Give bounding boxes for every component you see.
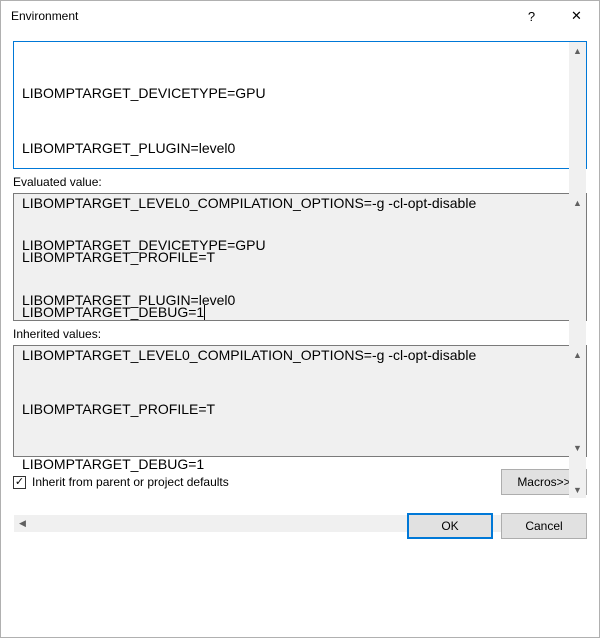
eval-line: LIBOMPTARGET_DEVICETYPE=GPU (22, 236, 578, 254)
environment-dialog: Environment ? ✕ LIBOMPTARGET_DEVICETYPE=… (0, 0, 600, 638)
vertical-scrollbar[interactable]: ▲ ▼ (569, 346, 586, 456)
scroll-down-icon[interactable]: ▼ (569, 439, 586, 456)
close-icon: ✕ (571, 8, 582, 24)
cancel-button[interactable]: Cancel (501, 513, 587, 539)
env-line: LIBOMPTARGET_PLUGIN=level0 (22, 139, 578, 157)
close-button[interactable]: ✕ (554, 1, 599, 31)
inherited-text-area (14, 346, 586, 456)
dialog-content: LIBOMPTARGET_DEVICETYPE=GPU LIBOMPTARGET… (1, 31, 599, 637)
environment-textbox[interactable]: LIBOMPTARGET_DEVICETYPE=GPU LIBOMPTARGET… (13, 41, 587, 169)
scroll-up-icon[interactable]: ▲ (569, 194, 586, 211)
ok-button[interactable]: OK (407, 513, 493, 539)
window-title: Environment (11, 9, 509, 23)
dialog-buttons: OK Cancel (13, 513, 587, 539)
help-icon: ? (528, 9, 535, 24)
eval-line: LIBOMPTARGET_DEBUG=1 (22, 455, 578, 473)
scroll-up-icon[interactable]: ▲ (569, 42, 586, 59)
scroll-down-icon[interactable]: ▼ (569, 481, 586, 498)
eval-line: LIBOMPTARGET_PLUGIN=level0 (22, 291, 578, 309)
inherited-values-textbox: ▲ ▼ (13, 345, 587, 457)
titlebar: Environment ? ✕ (1, 1, 599, 31)
evaluated-value-textbox: LIBOMPTARGET_DEVICETYPE=GPU LIBOMPTARGET… (13, 193, 587, 321)
env-line: LIBOMPTARGET_DEVICETYPE=GPU (22, 84, 578, 102)
scroll-up-icon[interactable]: ▲ (569, 346, 586, 363)
help-button[interactable]: ? (509, 1, 554, 31)
